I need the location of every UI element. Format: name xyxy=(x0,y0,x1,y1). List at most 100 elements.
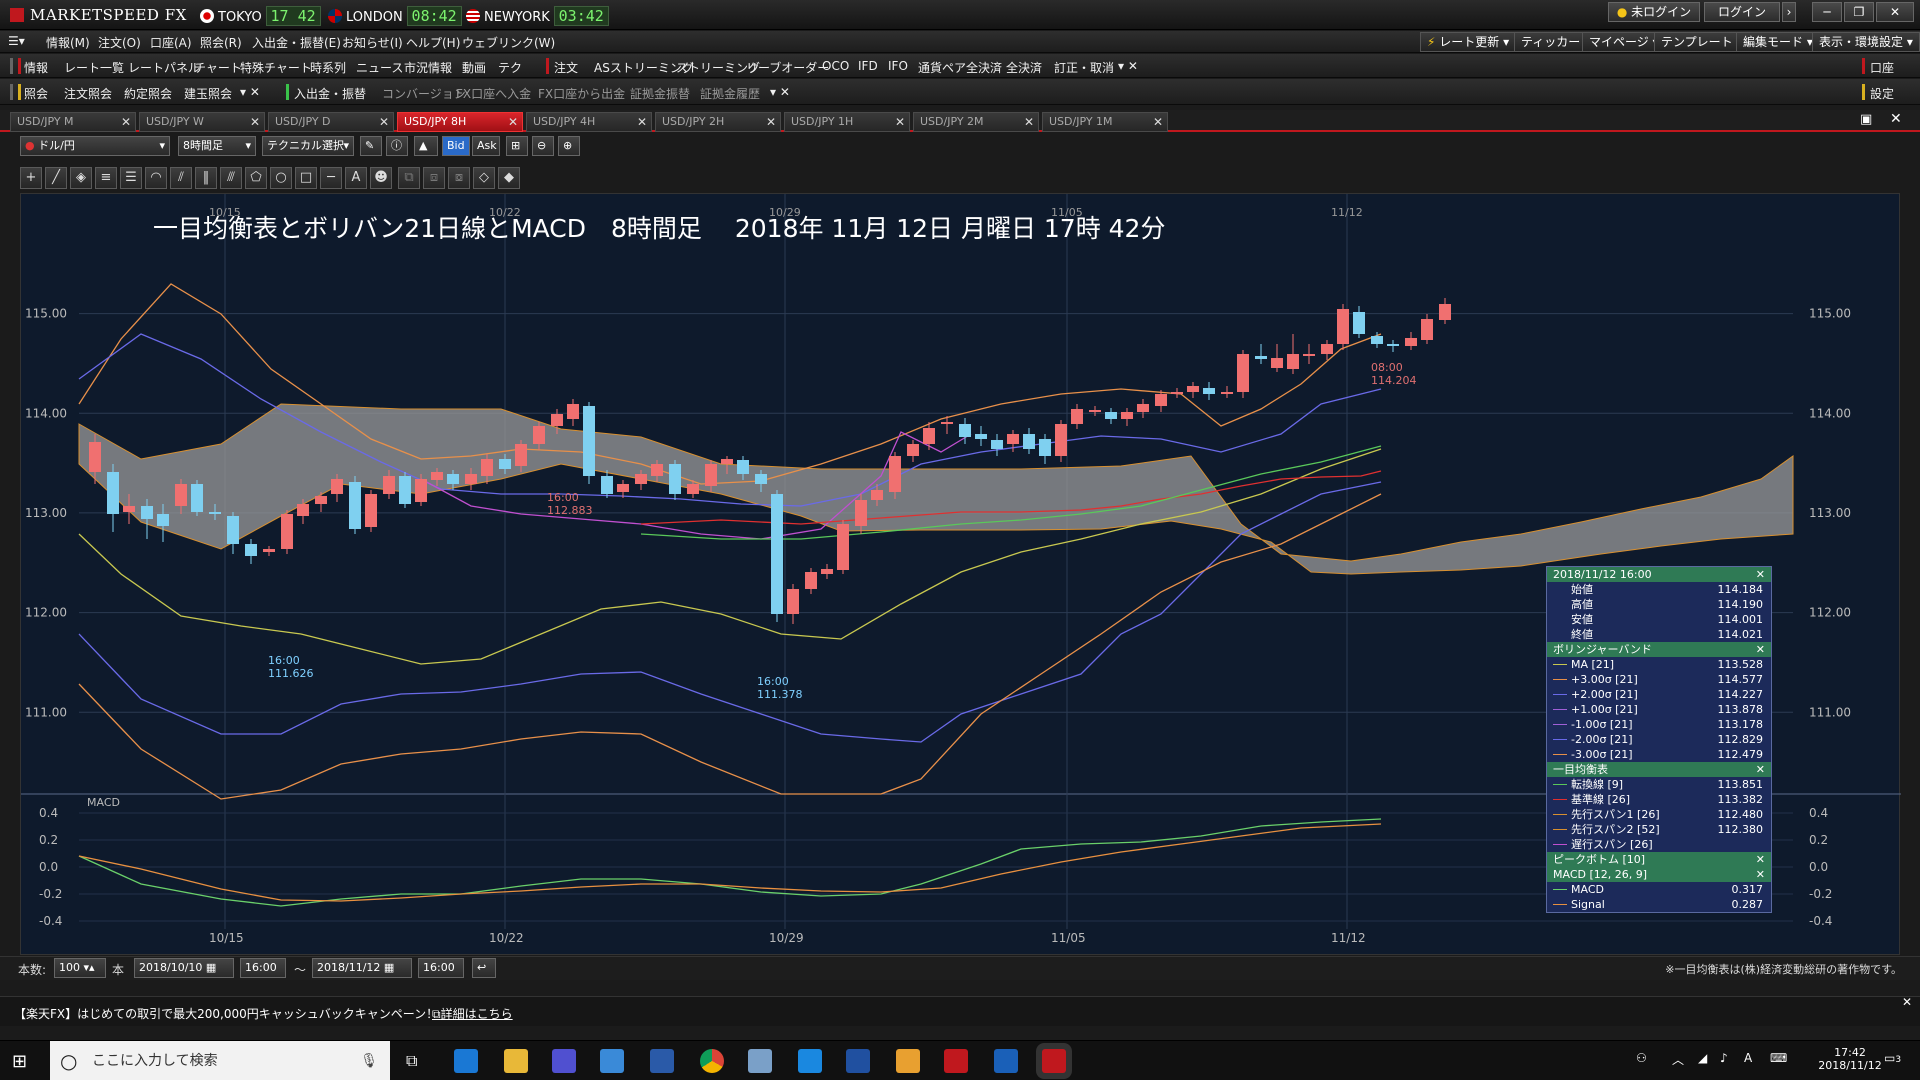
bid-button[interactable]: Bid xyxy=(442,136,470,156)
menu-info[interactable]: 情報(M) xyxy=(46,34,90,51)
zoom-in-icon[interactable]: ⊕ xyxy=(558,136,580,156)
chart-type-icon[interactable]: ⊞ xyxy=(506,136,528,156)
data-window[interactable]: 2018/11/12 16:00 ✕ 始値 114.184 高値 114.190 安値… xyxy=(1546,566,1772,913)
delete-all-icon[interactable]: ◆ xyxy=(498,167,520,189)
tab-usdjpy-d[interactable]: USD/JPY D ✕ xyxy=(268,112,394,132)
toolbar-chart[interactable]: チャート xyxy=(194,59,242,76)
tab-usdjpy-4h[interactable]: USD/JPY 4H ✕ xyxy=(526,112,652,132)
paste-icon[interactable]: ⧈ xyxy=(423,167,445,189)
circle-icon[interactable]: ○ xyxy=(270,167,292,189)
app-icon[interactable] xyxy=(846,1049,870,1073)
fibo-icon[interactable]: ☰ xyxy=(120,167,142,189)
toolbar-settings-label[interactable]: 設定 xyxy=(1870,85,1894,102)
close-icon[interactable]: ✕ xyxy=(1756,852,1765,867)
app-icon[interactable] xyxy=(896,1049,920,1073)
pair-select[interactable]: ● ドル/円 ▾ xyxy=(20,136,170,156)
toolbar-special-chart[interactable]: 特殊チャート xyxy=(240,59,312,76)
toolbar-leave-order[interactable]: リーブオーダー xyxy=(746,59,829,76)
menu-notice[interactable]: お知らせ(I) xyxy=(342,34,403,51)
menu-inquiry[interactable]: 照会(R) xyxy=(200,34,242,51)
file-explorer-icon[interactable] xyxy=(504,1049,528,1073)
volume-icon[interactable]: ♪ xyxy=(1720,1051,1728,1065)
network-icon[interactable]: ◢ xyxy=(1698,1051,1707,1065)
from-time-field[interactable]: 16:00 xyxy=(240,958,286,978)
info-icon[interactable]: ⓘ xyxy=(386,136,408,156)
menu-account[interactable]: 口座(A) xyxy=(150,34,192,51)
toolbar-inquiry-label[interactable]: 照会 xyxy=(24,85,48,102)
arc-icon[interactable]: ◠ xyxy=(145,167,167,189)
tab-usdjpy-2h[interactable]: USD/JPY 2H ✕ xyxy=(655,112,781,132)
toolbar-position-inquiry[interactable]: 建玉照会 xyxy=(184,85,232,102)
window-app-icon[interactable] xyxy=(600,1049,624,1073)
tab-usdjpy-w[interactable]: USD/JPY W ✕ xyxy=(139,112,265,132)
area-chart-icon[interactable]: ▲ xyxy=(414,136,438,156)
close-icon[interactable]: ✕ xyxy=(1024,113,1034,131)
hlines-icon[interactable]: ≡ xyxy=(95,167,117,189)
calculator-icon[interactable] xyxy=(552,1049,576,1073)
toolbar-transfer-label[interactable]: 入出金・振替 xyxy=(294,85,366,102)
toolbar-overflow[interactable]: ▾ ✕ xyxy=(1118,59,1138,73)
toolbar-rate-list[interactable]: レート一覧 xyxy=(64,59,124,76)
toolbar-exec-inquiry[interactable]: 約定照会 xyxy=(124,85,172,102)
close-icon[interactable]: ✕ xyxy=(121,113,131,131)
toolbar-overflow[interactable]: ▾ ✕ xyxy=(240,85,260,99)
tab-usdjpy-1h[interactable]: USD/JPY 1H ✕ xyxy=(784,112,910,132)
menu-help[interactable]: ヘルプ(H) xyxy=(406,34,460,51)
login-button[interactable]: ログイン xyxy=(1704,2,1780,22)
notification-icon[interactable]: ▭3 xyxy=(1884,1051,1901,1065)
task-view-icon[interactable]: ⧉ xyxy=(406,1051,417,1071)
fan-icon[interactable]: ⫽ xyxy=(170,167,192,189)
eraser-icon[interactable]: ◈ xyxy=(70,167,92,189)
toolbar-pair-close-all[interactable]: 通貨ペア全決済 xyxy=(918,59,1002,76)
layers-icon[interactable]: ⧇ xyxy=(448,167,470,189)
tab-usdjpy-1m[interactable]: USD/JPY 1M ✕ xyxy=(1042,112,1168,132)
toolbar-margin-history[interactable]: 証拠金履歴 xyxy=(700,85,760,102)
text-icon[interactable]: A xyxy=(345,167,367,189)
toolbar-info-label[interactable]: 情報 xyxy=(24,59,48,76)
close-icon[interactable]: ✕ xyxy=(1153,113,1163,131)
people-icon[interactable]: ⚇ xyxy=(1636,1051,1647,1065)
ime-indicator[interactable]: A xyxy=(1744,1051,1752,1065)
stamp-icon[interactable]: ☻ xyxy=(370,167,392,189)
close-icon[interactable]: ✕ xyxy=(895,113,905,131)
hline-icon[interactable]: ─ xyxy=(320,167,342,189)
tab-usdjpy-2m[interactable]: USD/JPY 2M ✕ xyxy=(913,112,1039,132)
paint-icon[interactable] xyxy=(748,1049,772,1073)
delete-icon[interactable]: ◇ xyxy=(473,167,495,189)
trendline-icon[interactable]: ╱ xyxy=(45,167,67,189)
login-status-button[interactable]: ● 未ログイン xyxy=(1608,2,1700,22)
vlines-icon[interactable]: ‖ xyxy=(195,167,217,189)
toolbar-conversion[interactable]: コンバージョン xyxy=(382,85,466,102)
tab-usdjpy-m[interactable]: USD/JPY M ✕ xyxy=(10,112,136,132)
toolbar-overflow[interactable]: ▾ ✕ xyxy=(770,85,790,99)
ad-link[interactable]: ⧉詳細はこちら xyxy=(432,1005,513,1022)
toolbar-rate-panel[interactable]: レートパネル xyxy=(128,59,200,76)
toolbar-order-inquiry[interactable]: 注文照会 xyxy=(64,85,112,102)
word-icon[interactable] xyxy=(650,1049,674,1073)
copy-icon[interactable]: ⧉ xyxy=(398,167,420,189)
close-icon[interactable]: ✕ xyxy=(1756,867,1765,882)
chevron-up-icon[interactable]: ︿ xyxy=(1672,1051,1684,1068)
toolbar-close-all[interactable]: 全決済 xyxy=(1006,59,1042,76)
toolbar-ifd[interactable]: IFD xyxy=(858,59,878,73)
close-chart-icon[interactable]: ✕ xyxy=(1890,111,1902,127)
restore-button[interactable]: ❐ xyxy=(1844,2,1874,22)
count-select[interactable]: 100 ▾▴ xyxy=(54,958,106,978)
timeframe-select[interactable]: 8時間足 ▾ xyxy=(178,136,256,156)
menu-transfer[interactable]: 入出金・振替(E) xyxy=(252,34,341,51)
toolbar-timeseries[interactable]: 時系列 xyxy=(310,59,346,76)
channel-icon[interactable]: ⫻ xyxy=(220,167,242,189)
taskbar-search[interactable]: ○ ここに入力して検索 🎙 xyxy=(50,1041,390,1080)
close-icon[interactable]: ✕ xyxy=(637,113,647,131)
menu-weblink[interactable]: ウェブリンク(W) xyxy=(462,34,555,51)
toolbar-ifo[interactable]: IFO xyxy=(888,59,908,73)
tab-usdjpy-8h[interactable]: USD/JPY 8H ✕ xyxy=(397,112,523,132)
toolbar-oco[interactable]: OCO xyxy=(822,59,849,73)
clock[interactable]: 17:42 2018/11/12 xyxy=(1810,1046,1890,1072)
crosshair-icon[interactable]: + xyxy=(20,167,42,189)
toolbar-video[interactable]: 動画 xyxy=(462,59,486,76)
edge-icon[interactable] xyxy=(798,1049,822,1073)
toolbar-withdraw[interactable]: FX口座から出金 xyxy=(538,85,625,102)
from-date-field[interactable]: 2018/10/10 ▦ xyxy=(134,958,234,978)
close-icon[interactable]: ✕ xyxy=(1756,762,1765,777)
